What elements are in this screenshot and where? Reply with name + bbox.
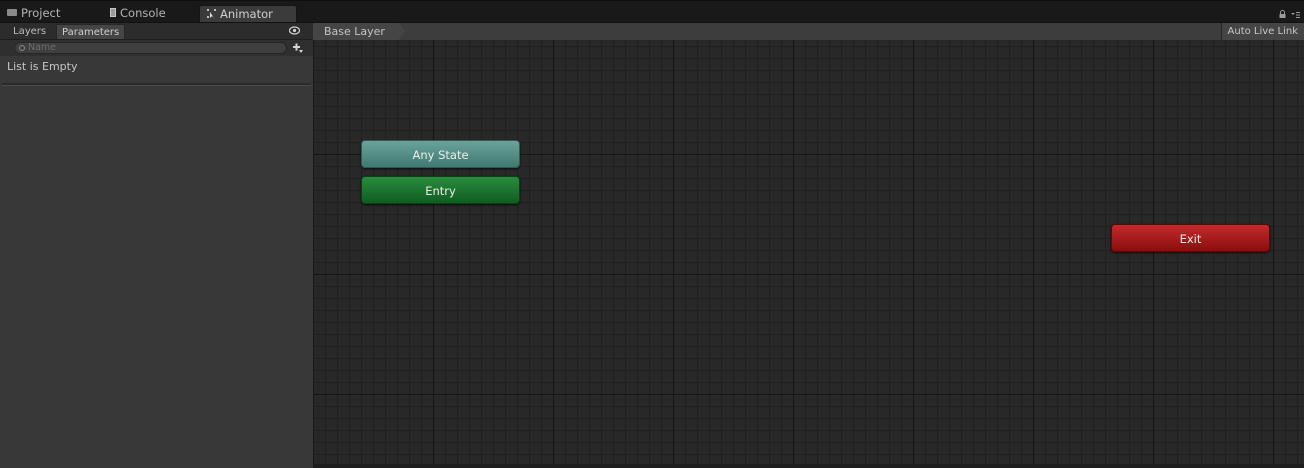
any-state-node[interactable]: Any State	[361, 140, 520, 168]
empty-list-message: List is Empty	[7, 60, 78, 73]
graph-bottom-border	[313, 464, 1304, 468]
animator-graph-canvas[interactable]	[313, 40, 1304, 464]
panel-menu-icon[interactable]	[1291, 12, 1300, 18]
auto-live-link-button[interactable]: Auto Live Link	[1220, 23, 1304, 40]
exit-state-node[interactable]: Exit	[1111, 224, 1270, 252]
parameter-search-input[interactable]: Name	[14, 42, 287, 54]
eye-icon[interactable]	[289, 26, 300, 35]
graph-toolbar: Base Layer Auto Live Link	[313, 23, 1304, 41]
tab-animator-label: Animator	[220, 7, 273, 21]
breadcrumb-base-layer[interactable]: Base Layer	[313, 23, 405, 40]
plus-icon	[293, 43, 303, 53]
list-divider	[2, 83, 311, 86]
window-tab-bar: Project Console Animator	[0, 0, 1304, 23]
parameters-panel: Layers Parameters Name List is Empty	[0, 23, 313, 468]
tab-project[interactable]: Project	[7, 5, 60, 22]
search-placeholder: Name	[28, 42, 57, 53]
add-parameter-button[interactable]	[292, 42, 304, 54]
folder-icon	[7, 9, 17, 16]
entry-state-node[interactable]: Entry	[361, 176, 520, 204]
lock-icon[interactable]	[1279, 10, 1286, 18]
tab-animator[interactable]: Animator	[199, 5, 297, 22]
tab-parameters[interactable]: Parameters	[56, 24, 126, 39]
layers-parameters-tabs: Layers Parameters	[0, 23, 313, 40]
animator-icon	[207, 9, 216, 18]
tab-bar-top-border	[0, 0, 1304, 1]
tab-layers[interactable]: Layers	[8, 24, 51, 39]
console-icon	[110, 8, 116, 17]
tab-console[interactable]: Console	[110, 5, 166, 22]
tab-project-label: Project	[21, 6, 61, 20]
search-row: Name	[0, 40, 313, 56]
tab-console-label: Console	[120, 6, 166, 20]
search-icon	[19, 45, 25, 51]
